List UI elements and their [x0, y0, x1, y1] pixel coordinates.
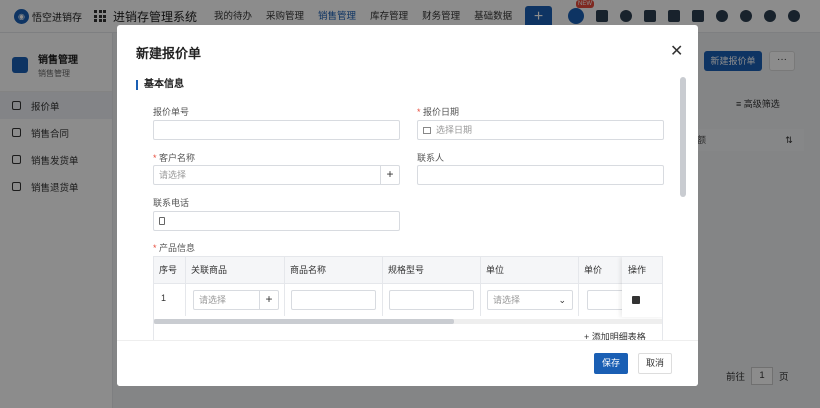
th-linked-product: 关联商品	[186, 257, 285, 284]
contact-label: 联系人	[417, 153, 445, 163]
phone-icon	[159, 217, 165, 225]
scrollbar-thumb[interactable]	[154, 319, 454, 324]
modal-footer: 保存 取消	[117, 340, 698, 386]
operation-column: 操作	[622, 257, 662, 317]
quote-date-picker[interactable]: 选择日期	[417, 120, 664, 140]
row-index: 1	[154, 284, 186, 316]
th-unit: 单位	[481, 257, 579, 284]
linked-product-select[interactable]: 请选择 +	[193, 290, 279, 310]
add-customer-button[interactable]: +	[380, 166, 399, 184]
calendar-icon	[423, 127, 431, 134]
th-product-name: 商品名称	[285, 257, 383, 284]
customer-select[interactable]: 请选择 +	[153, 165, 400, 185]
customer-placeholder: 请选择	[159, 170, 187, 180]
section-title-basic-info: 基本信息	[136, 80, 184, 90]
quote-no-input[interactable]	[153, 120, 400, 140]
th-operation: 操作	[622, 257, 662, 284]
unit-placeholder: 请选择	[493, 295, 521, 305]
td-unit: 请选择 ⌄	[481, 284, 579, 316]
contact-input[interactable]	[417, 165, 664, 185]
linked-product-placeholder: 请选择	[199, 295, 227, 305]
product-table: 序号 关联商品 商品名称 规格型号 单位 单价 1 请选择 + 请选择 ⌄ 操作…	[153, 256, 663, 344]
td-spec	[383, 284, 481, 316]
products-label: 产品信息	[153, 241, 195, 254]
quote-date-placeholder: 选择日期	[436, 125, 473, 135]
cancel-button[interactable]: 取消	[638, 353, 672, 374]
product-name-input[interactable]	[291, 290, 376, 310]
th-index: 序号	[154, 257, 186, 284]
add-product-button[interactable]: +	[259, 291, 278, 309]
table-horizontal-scrollbar[interactable]	[154, 319, 662, 324]
product-table-header: 序号 关联商品 商品名称 规格型号 单位 单价	[154, 257, 662, 284]
spec-input[interactable]	[389, 290, 474, 310]
modal-vertical-scrollbar[interactable]	[680, 77, 686, 197]
th-spec: 规格型号	[383, 257, 481, 284]
quote-date-label: 报价日期	[417, 105, 459, 118]
close-icon[interactable]: ✕	[670, 41, 683, 61]
new-quote-modal: 新建报价单 ✕ 基本信息 报价单号 报价日期 选择日期 客户名称 请选择 + 联…	[117, 25, 698, 386]
unit-select[interactable]: 请选择 ⌄	[487, 290, 573, 310]
chevron-down-icon: ⌄	[558, 295, 566, 305]
modal-title: 新建报价单	[136, 46, 202, 61]
quote-no-label: 报价单号	[153, 107, 190, 117]
phone-label: 联系电话	[153, 198, 190, 208]
customer-label: 客户名称	[153, 151, 195, 164]
td-linked-product: 请选择 +	[186, 284, 285, 316]
trash-icon[interactable]	[632, 296, 640, 304]
phone-input[interactable]	[153, 211, 400, 231]
td-product-name	[285, 284, 383, 316]
save-button[interactable]: 保存	[594, 353, 628, 374]
